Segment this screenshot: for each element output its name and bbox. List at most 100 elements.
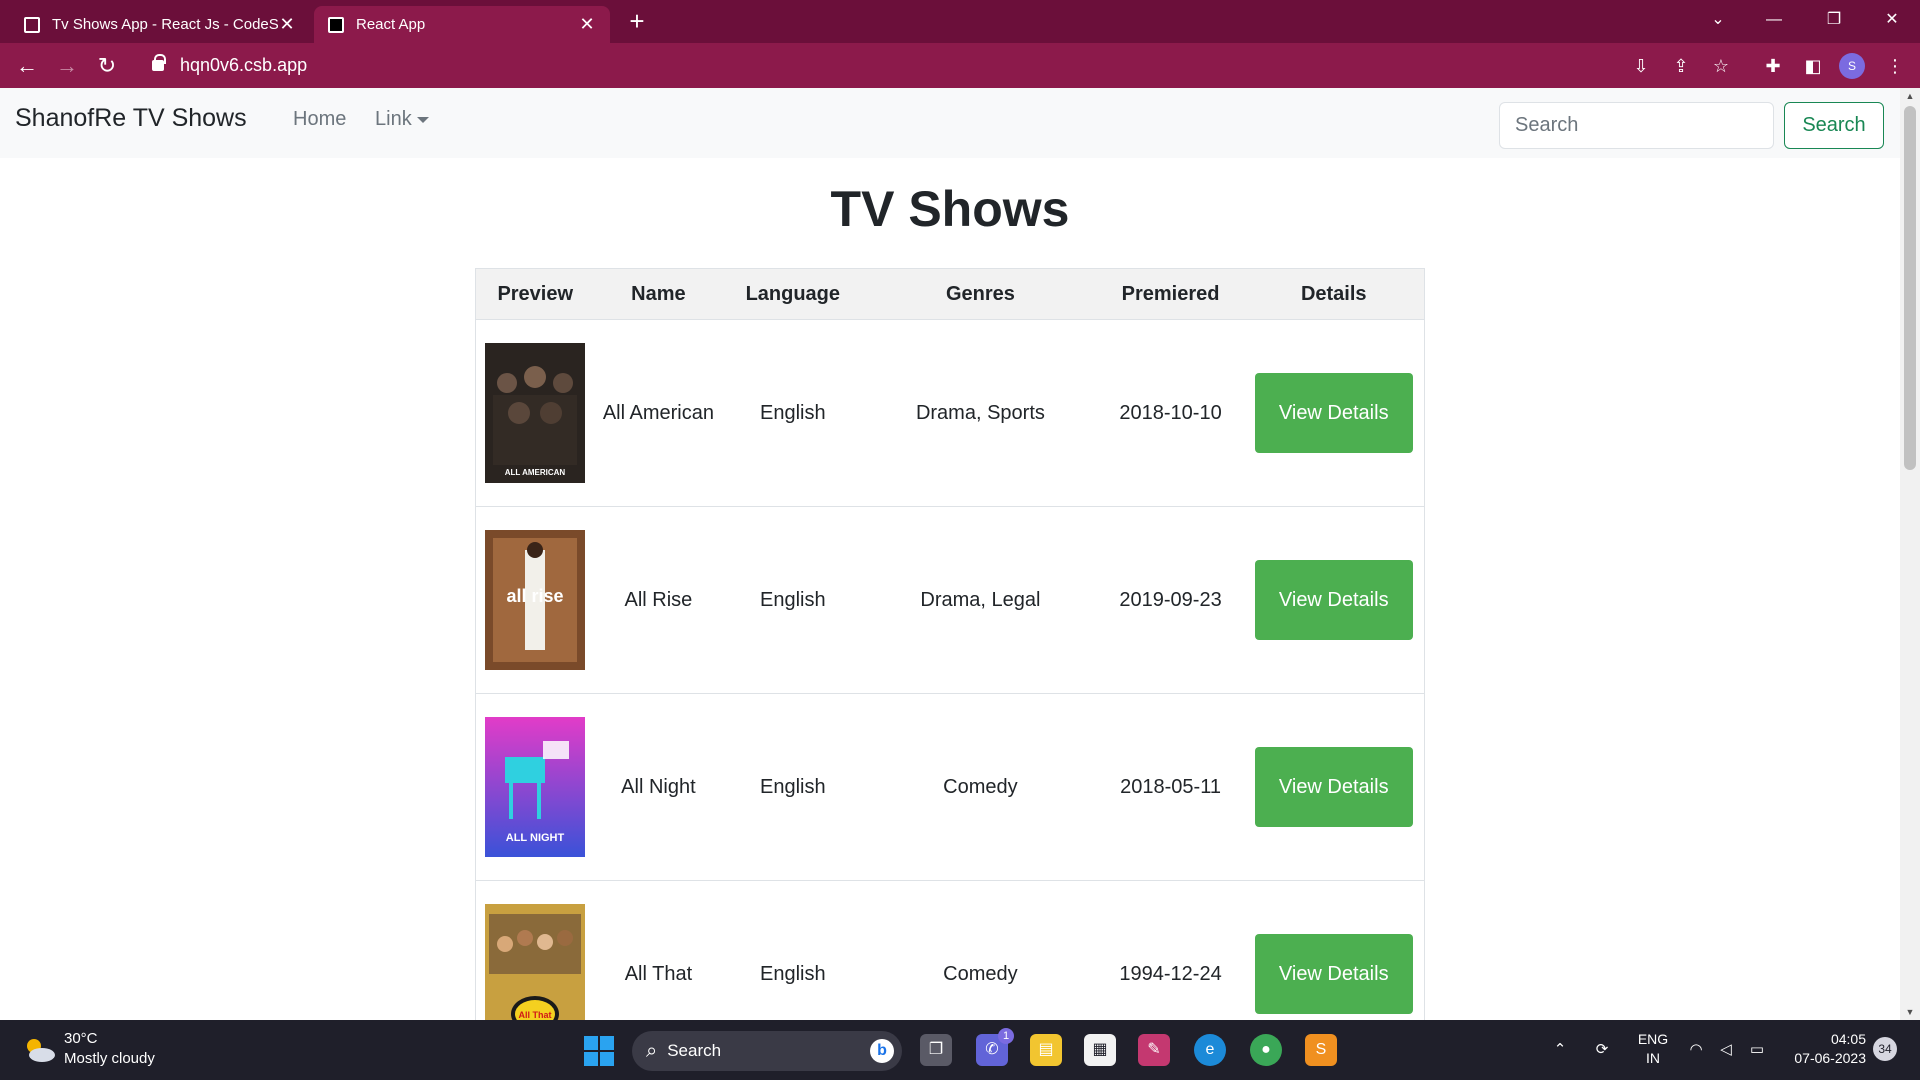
nav-dropdown-link[interactable]: Link [375, 108, 429, 131]
taskbar-clock[interactable]: 04:05 07-06-2023 [1786, 1030, 1866, 1068]
photos-app-icon[interactable]: ✎ [1138, 1034, 1170, 1066]
new-tab-icon[interactable]: + [622, 6, 652, 36]
details-cell: View Details [1243, 319, 1426, 507]
battery-icon[interactable]: ▭ [1744, 1036, 1770, 1064]
microsoft-store-icon[interactable]: ▦ [1084, 1034, 1116, 1066]
dropdown-caret-icon [416, 116, 429, 123]
teams-chat-icon[interactable]: ✆ 1 [976, 1028, 1014, 1066]
show-genres: Drama, Legal [863, 506, 1098, 694]
clock-date: 07-06-2023 [1794, 1050, 1866, 1066]
view-details-button[interactable]: View Details [1254, 747, 1413, 827]
poster-image[interactable]: All That [485, 904, 586, 1020]
restore-icon[interactable]: ❐ [1806, 0, 1862, 40]
close-tab-icon[interactable]: ✕ [278, 14, 296, 35]
weather-cloud-sun-icon[interactable] [22, 1036, 56, 1064]
bookmark-star-icon[interactable]: ☆ [1706, 51, 1736, 81]
show-hidden-icons-chevron-icon[interactable]: ⌃ [1548, 1036, 1572, 1064]
column-header-details: Details [1243, 268, 1426, 320]
profile-avatar[interactable]: S [1839, 53, 1865, 79]
view-details-button[interactable]: View Details [1254, 373, 1413, 453]
sublime-text-icon[interactable]: S [1305, 1034, 1337, 1066]
search-icon: ⌕ [646, 1039, 658, 1062]
file-explorer-icon[interactable]: ▤ [1030, 1034, 1062, 1066]
tab-search-chevron-icon[interactable]: ⌄ [1690, 0, 1746, 40]
show-premiered: 1994-12-24 [1097, 880, 1244, 1020]
show-name: All That [594, 880, 723, 1020]
reload-icon[interactable]: ↻ [92, 51, 122, 81]
page-scrollbar[interactable]: ▲ ▼ [1900, 88, 1920, 1020]
close-window-icon[interactable]: ✕ [1864, 0, 1920, 40]
task-view-icon[interactable]: ❐ [920, 1034, 952, 1066]
search-button[interactable]: Search [1784, 102, 1884, 149]
scroll-up-arrow-icon[interactable]: ▲ [1900, 88, 1920, 104]
teams-notification-badge: 1 [998, 1028, 1014, 1044]
scrollbar-thumb[interactable] [1904, 106, 1916, 470]
edge-browser-icon[interactable]: e [1194, 1034, 1226, 1066]
back-arrow-icon[interactable]: ← [12, 51, 42, 81]
weather-temperature[interactable]: 30°C [64, 1030, 98, 1047]
poster-image[interactable]: all rise [485, 530, 586, 670]
forward-arrow-icon[interactable]: → [52, 51, 82, 81]
lock-icon [152, 53, 166, 71]
close-tab-icon[interactable]: ✕ [578, 14, 596, 35]
details-cell: View Details [1243, 506, 1426, 694]
show-genres: Drama, Sports [863, 319, 1098, 507]
sync-status-icon[interactable]: ⟳ [1588, 1036, 1616, 1064]
tab-title: Tv Shows App - React Js - CodeS... [52, 16, 278, 33]
svg-text:all rise: all rise [507, 586, 564, 606]
svg-text:ALL NIGHT: ALL NIGHT [506, 832, 565, 844]
bing-icon[interactable]: b [870, 1039, 894, 1063]
show-name: All Rise [594, 506, 723, 694]
share-icon[interactable]: ⇪ [1666, 51, 1696, 81]
extensions-puzzle-icon[interactable]: ✚ [1758, 51, 1788, 81]
poster-image[interactable]: ALL AMERICAN [485, 343, 586, 483]
input-language-indicator[interactable]: ENG IN [1634, 1030, 1672, 1068]
show-language: English [722, 693, 864, 881]
details-cell: View Details [1243, 693, 1426, 881]
show-language: English [722, 319, 864, 507]
poster-image[interactable]: ALL NIGHT [485, 717, 586, 857]
preview-cell: ALL NIGHT [475, 693, 595, 881]
scroll-down-arrow-icon[interactable]: ▼ [1900, 1004, 1920, 1020]
browser-toolbar: ← → ↻ hqn0v6.csb.app ⇩ ⇪ ☆ ✚ ◧ S ⋮ [0, 43, 1920, 88]
clock-time: 04:05 [1830, 1031, 1866, 1047]
show-name: All Night [594, 693, 723, 881]
url-text: hqn0v6.csb.app [180, 54, 308, 75]
address-bar[interactable]: hqn0v6.csb.app [138, 48, 1748, 82]
details-cell: View Details [1243, 880, 1426, 1020]
browser-menu-icon[interactable]: ⋮ [1880, 51, 1910, 81]
show-language: English [722, 506, 864, 694]
browser-tab-react-app[interactable]: React App ✕ [314, 6, 610, 43]
table-header-row: Preview Name Language Genres Premiered D… [475, 268, 1426, 320]
column-header-genres: Genres [863, 268, 1098, 320]
svg-text:All That: All That [519, 1010, 552, 1020]
codesandbox-favicon-icon [24, 16, 40, 33]
browser-tab-strip: Tv Shows App - React Js - CodeS... ✕ Rea… [0, 0, 1920, 43]
weather-condition[interactable]: Mostly cloudy [64, 1050, 155, 1067]
page-title: TV Shows [830, 181, 1070, 237]
nav-link-home[interactable]: Home [293, 108, 346, 131]
app-navbar: ShanofRe TV Shows Home Link Search [0, 88, 1900, 158]
chrome-browser-icon[interactable]: ● [1250, 1034, 1282, 1066]
table-row: All That All That English Comedy 1994-12… [475, 880, 1426, 1020]
windows-start-icon[interactable] [584, 1036, 614, 1066]
column-header-premiered: Premiered [1097, 268, 1244, 320]
taskbar-search-label: Search [667, 1041, 722, 1060]
show-genres: Comedy [863, 693, 1098, 881]
svg-text:ALL AMERICAN: ALL AMERICAN [505, 468, 566, 477]
navbar-brand[interactable]: ShanofRe TV Shows [15, 104, 247, 133]
browser-tab-codesandbox[interactable]: Tv Shows App - React Js - CodeS... ✕ [10, 6, 310, 43]
search-input[interactable] [1499, 102, 1774, 149]
side-panel-icon[interactable]: ◧ [1798, 51, 1828, 81]
nav-dropdown-label: Link [375, 108, 412, 130]
wifi-icon[interactable]: ◠ [1684, 1036, 1708, 1064]
view-details-button[interactable]: View Details [1254, 560, 1413, 640]
minimize-icon[interactable]: — [1746, 0, 1802, 40]
view-details-button[interactable]: View Details [1254, 934, 1413, 1014]
column-header-name: Name [594, 268, 723, 320]
taskbar-search-box[interactable]: ⌕ Search b [632, 1031, 902, 1071]
install-app-icon[interactable]: ⇩ [1626, 51, 1656, 81]
volume-icon[interactable]: ◁ [1714, 1036, 1738, 1064]
column-header-language: Language [722, 268, 864, 320]
notification-count-badge[interactable]: 34 [1873, 1037, 1897, 1061]
